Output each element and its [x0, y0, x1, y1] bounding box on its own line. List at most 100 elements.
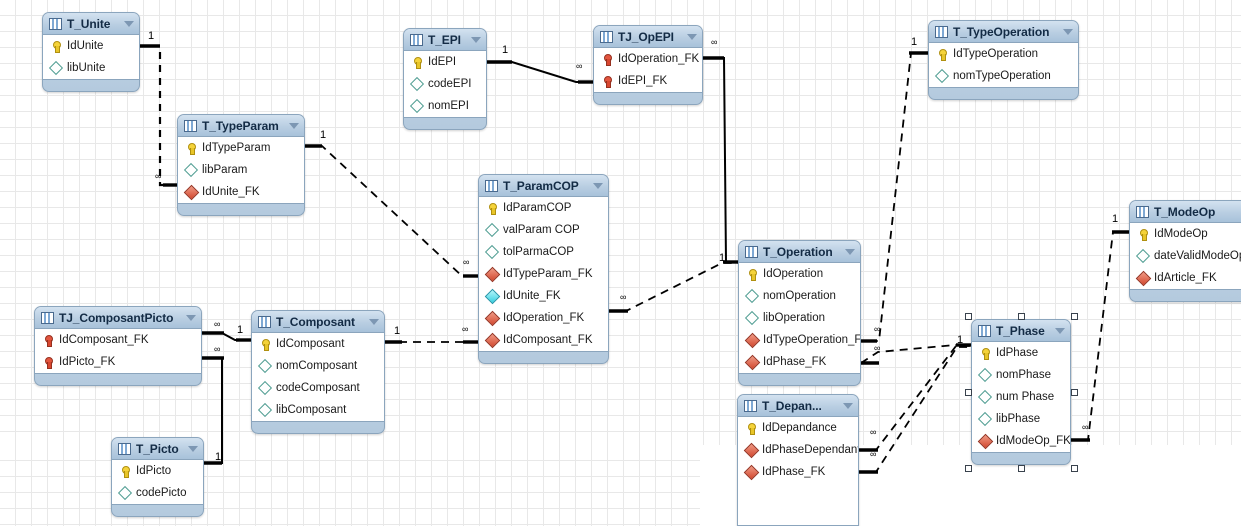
- entity-header-t-typeparam[interactable]: T_TypeParam: [178, 115, 304, 136]
- field-row[interactable]: IdArticle_FK: [1130, 267, 1241, 289]
- field-row[interactable]: IdComposant_FK: [479, 329, 608, 351]
- chevron-down-icon[interactable]: [1055, 327, 1065, 334]
- entity-table-t-composant[interactable]: T_Composant IdComposant nomComposant codeCo…: [251, 310, 385, 434]
- field-row[interactable]: IdPhase_FK: [738, 461, 858, 483]
- chevron-down-icon[interactable]: [124, 20, 134, 27]
- chevron-down-icon[interactable]: [289, 122, 299, 129]
- field-row[interactable]: codePicto: [112, 482, 203, 504]
- field-row[interactable]: libComposant: [252, 399, 384, 421]
- field-row[interactable]: nomTypeOperation: [929, 65, 1078, 87]
- table-icon: [485, 179, 498, 192]
- field-row[interactable]: libPhase: [972, 408, 1070, 430]
- er-diagram-canvas[interactable]: T_Unite IdUnite libUnite T_TypeParam IdTypeP…: [0, 0, 1241, 526]
- resize-handle[interactable]: [1017, 465, 1025, 472]
- link-phase-modeop: [1071, 231, 1129, 441]
- entity-header-t-depan[interactable]: T_Depan...: [738, 395, 858, 416]
- field-row[interactable]: libParam: [178, 159, 304, 181]
- field-row[interactable]: IdTypeOperation_FK: [739, 329, 860, 351]
- foreign-key-icon: [184, 185, 198, 199]
- field-row[interactable]: IdUnite_FK: [178, 181, 304, 203]
- entity-table-t-modeop[interactable]: T_ModeOp IdModeOp dateValidModeOp IdArticle…: [1129, 200, 1241, 302]
- entity-table-t-depan[interactable]: T_Depan... IdDepandance IdPhaseDependant..…: [737, 394, 859, 526]
- field-row[interactable]: IdModeOp_FK: [972, 430, 1070, 452]
- entity-table-t-epi[interactable]: T_EPI IdEPI codeEPI nomEPI: [403, 28, 487, 130]
- chevron-down-icon[interactable]: [593, 182, 603, 189]
- field-row[interactable]: codeEPI: [404, 73, 486, 95]
- field-row[interactable]: IdUnite: [43, 35, 139, 57]
- entity-header-t-operation[interactable]: T_Operation: [739, 241, 860, 262]
- field-row[interactable]: IdOperation_FK: [594, 48, 702, 70]
- entity-table-t-typeoperation[interactable]: T_TypeOperation IdTypeOperation nomTypeOpe…: [928, 20, 1079, 100]
- field-row[interactable]: IdEPI: [404, 51, 486, 73]
- cardinality-label: ∞: [711, 37, 718, 47]
- chevron-down-icon[interactable]: [471, 36, 481, 43]
- field-row[interactable]: IdUnite_FK: [479, 285, 608, 307]
- chevron-down-icon[interactable]: [845, 248, 855, 255]
- column-icon: [485, 223, 499, 237]
- entity-table-tj-composantpicto[interactable]: TJ_ComposantPicto IdComposant_FK IdPicto_F…: [34, 306, 202, 386]
- resize-handle[interactable]: [1071, 465, 1078, 472]
- entity-table-t-phase[interactable]: T_Phase IdPhase nomPhase num Phase libPhase I…: [971, 319, 1071, 465]
- entity-header-tj-opepi[interactable]: TJ_OpEPI: [594, 26, 702, 47]
- entity-title: T_TypeOperation: [953, 24, 1050, 39]
- field-row[interactable]: IdTypeOperation: [929, 43, 1078, 65]
- entity-header-t-typeoperation[interactable]: T_TypeOperation: [929, 21, 1078, 42]
- field-row[interactable]: IdComposant_FK: [35, 329, 201, 351]
- resize-handle[interactable]: [1071, 388, 1078, 396]
- entity-header-t-picto[interactable]: T_Picto: [112, 438, 203, 459]
- field-row[interactable]: IdDepandance: [738, 417, 858, 439]
- field-row[interactable]: nomComposant: [252, 355, 384, 377]
- field-row[interactable]: IdParamCOP: [479, 197, 608, 219]
- resize-handle[interactable]: [1071, 313, 1078, 320]
- field-row[interactable]: nomEPI: [404, 95, 486, 117]
- chevron-down-icon[interactable]: [186, 314, 196, 321]
- field-row[interactable]: valParam COP: [479, 219, 608, 241]
- field-row[interactable]: codeComposant: [252, 377, 384, 399]
- entity-header-t-epi[interactable]: T_EPI: [404, 29, 486, 50]
- field-row[interactable]: dateValidModeOp: [1130, 245, 1241, 267]
- entity-header-tj-composantpicto[interactable]: TJ_ComposantPicto: [35, 307, 201, 328]
- field-row[interactable]: IdPicto: [112, 460, 203, 482]
- field-row[interactable]: num Phase: [972, 386, 1070, 408]
- field-row[interactable]: IdComposant: [252, 333, 384, 355]
- entity-header-t-modeop[interactable]: T_ModeOp: [1130, 201, 1241, 222]
- chevron-down-icon[interactable]: [687, 33, 697, 40]
- entity-table-t-paramcop[interactable]: T_ParamCOP IdParamCOP valParam COP tolParma…: [478, 174, 609, 364]
- entity-table-t-typeparam[interactable]: T_TypeParam IdTypeParam libParam IdUnite_FK: [177, 114, 305, 216]
- field-row[interactable]: IdPhase: [972, 342, 1070, 364]
- field-row[interactable]: IdPhaseDependant...: [738, 439, 858, 461]
- field-row[interactable]: libUnite: [43, 57, 139, 79]
- field-row[interactable]: IdEPI_FK: [594, 70, 702, 92]
- entity-table-tj-opepi[interactable]: TJ_OpEPI IdOperation_FK IdEPI_FK: [593, 25, 703, 105]
- entity-header-t-paramcop[interactable]: T_ParamCOP: [479, 175, 608, 196]
- field-label: codePicto: [136, 487, 187, 499]
- entity-header-t-phase[interactable]: T_Phase: [972, 320, 1070, 341]
- entity-table-t-picto[interactable]: T_Picto IdPicto codePicto: [111, 437, 204, 517]
- field-row[interactable]: tolParmaCOP: [479, 241, 608, 263]
- field-row[interactable]: libOperation: [739, 307, 860, 329]
- resize-handle[interactable]: [965, 388, 972, 396]
- chevron-down-icon[interactable]: [1063, 28, 1073, 35]
- field-row[interactable]: IdOperation: [739, 263, 860, 285]
- chevron-down-icon[interactable]: [188, 445, 198, 452]
- field-row[interactable]: IdModeOp: [1130, 223, 1241, 245]
- chevron-down-icon[interactable]: [369, 318, 379, 325]
- table-icon: [41, 311, 54, 324]
- entity-table-t-unite[interactable]: T_Unite IdUnite libUnite: [42, 12, 140, 92]
- cardinality-label: ∞: [576, 61, 583, 71]
- field-row[interactable]: IdTypeParam: [178, 137, 304, 159]
- field-row[interactable]: nomOperation: [739, 285, 860, 307]
- resize-handle[interactable]: [965, 465, 972, 472]
- entity-header-t-composant[interactable]: T_Composant: [252, 311, 384, 332]
- entity-header-t-unite[interactable]: T_Unite: [43, 13, 139, 34]
- entity-table-t-operation[interactable]: T_Operation IdOperation nomOperation libOpe…: [738, 240, 861, 386]
- resize-handle[interactable]: [965, 313, 972, 320]
- field-row[interactable]: IdTypeParam_FK: [479, 263, 608, 285]
- field-row[interactable]: IdPhase_FK: [739, 351, 860, 373]
- field-row[interactable]: IdPicto_FK: [35, 351, 201, 373]
- resize-handle[interactable]: [1017, 313, 1025, 320]
- chevron-down-icon[interactable]: [843, 402, 853, 409]
- field-label: IdOperation: [763, 268, 824, 280]
- field-row[interactable]: IdOperation_FK: [479, 307, 608, 329]
- field-row[interactable]: nomPhase: [972, 364, 1070, 386]
